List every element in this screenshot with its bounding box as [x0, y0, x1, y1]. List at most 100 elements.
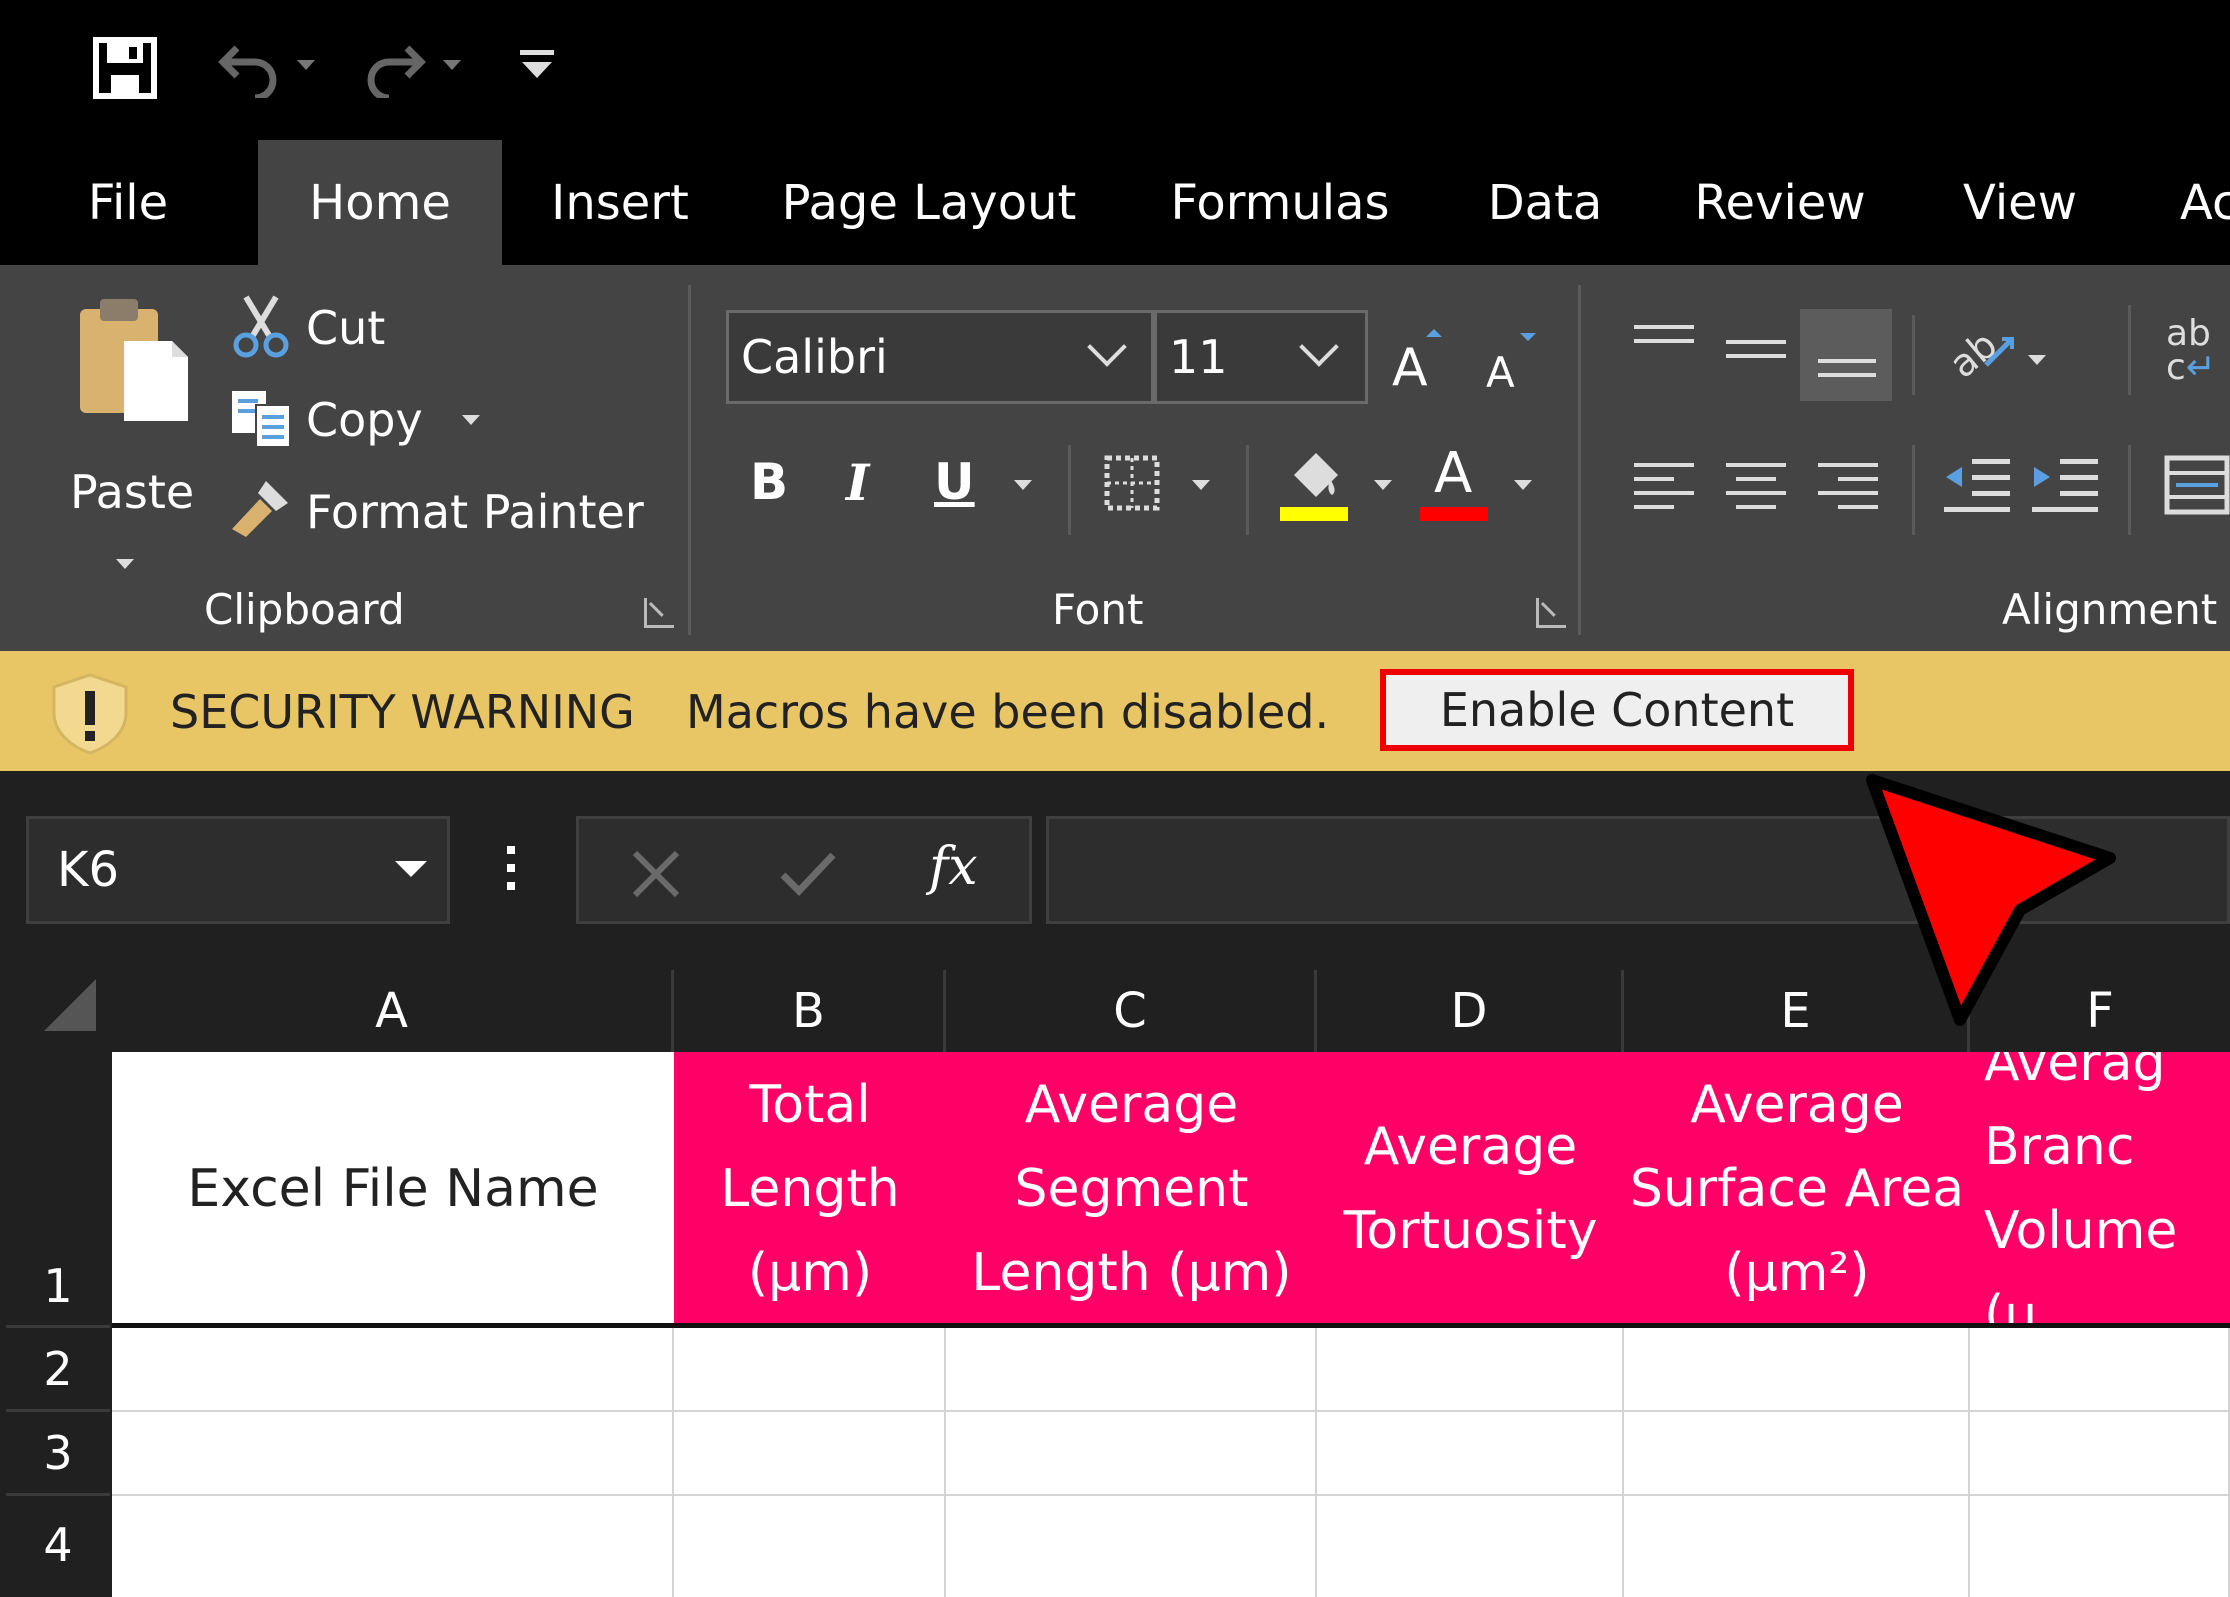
cell-f4[interactable]: [1970, 1496, 2230, 1597]
cell-c3[interactable]: [946, 1412, 1317, 1496]
cell-a2[interactable]: [112, 1328, 674, 1412]
cell-b1[interactable]: Total Length (µm): [674, 1052, 946, 1325]
align-right-icon[interactable]: [1818, 463, 1878, 519]
customize-toolbar-icon[interactable]: [516, 44, 558, 84]
name-box-dropdown-icon[interactable]: [395, 861, 427, 877]
align-left-icon[interactable]: [1634, 463, 1694, 519]
tab-data[interactable]: Data: [1480, 140, 1610, 265]
wrap-text-icon[interactable]: ab c↵: [2166, 313, 2216, 386]
column-header-a[interactable]: A: [112, 970, 674, 1052]
wrap-text-glyph: ab: [2166, 313, 2211, 354]
svg-text:A: A: [1392, 338, 1428, 391]
align-center-icon[interactable]: [1726, 463, 1786, 519]
cell-a3[interactable]: [112, 1412, 674, 1496]
select-all-corner[interactable]: [44, 979, 96, 1031]
paste-dropdown-icon[interactable]: [116, 559, 134, 569]
column-header-b[interactable]: B: [674, 970, 946, 1052]
row-header-1[interactable]: 1: [6, 1052, 110, 1328]
enable-content-button[interactable]: Enable Content: [1380, 669, 1854, 751]
borders-dropdown-icon[interactable]: [1192, 480, 1210, 490]
row-number: 4: [43, 1518, 73, 1572]
more-options-icon[interactable]: [507, 846, 515, 890]
merge-center-icon[interactable]: [2164, 455, 2230, 519]
cell-b3[interactable]: [674, 1412, 946, 1496]
increase-font-size-icon[interactable]: A: [1390, 325, 1450, 398]
cell-c2[interactable]: [946, 1328, 1317, 1412]
chevron-down-icon[interactable]: [1299, 327, 1339, 367]
decrease-font-size-icon[interactable]: A: [1484, 327, 1544, 397]
cell-f2[interactable]: [1970, 1328, 2230, 1412]
cell-c1[interactable]: Average Segment Length (µm): [946, 1052, 1317, 1325]
name-box[interactable]: K6: [26, 816, 450, 924]
tab-add-ins[interactable]: Ac: [2180, 140, 2230, 265]
bold-button[interactable]: B: [750, 453, 788, 511]
font-size-value: 11: [1169, 330, 1228, 384]
top-align-icon[interactable]: [1634, 325, 1694, 353]
chevron-down-icon[interactable]: [1087, 327, 1127, 367]
tab-file[interactable]: File: [60, 140, 196, 265]
paste-label: Paste: [70, 465, 195, 519]
copy-dropdown-icon[interactable]: [462, 415, 480, 425]
middle-align-icon[interactable]: [1726, 340, 1786, 368]
cell-d1[interactable]: Average Tortuosity: [1317, 1052, 1624, 1325]
cell-b2[interactable]: [674, 1328, 946, 1412]
underline-dropdown-icon[interactable]: [1014, 480, 1032, 490]
cell-e1[interactable]: Average Surface Area (µm²): [1624, 1052, 1970, 1325]
tab-home[interactable]: Home: [258, 140, 502, 265]
row-header-3[interactable]: 3: [6, 1412, 110, 1496]
cell-b4[interactable]: [674, 1496, 946, 1597]
borders-icon[interactable]: [1104, 455, 1160, 515]
cell-e2[interactable]: [1624, 1328, 1970, 1412]
underline-button[interactable]: U: [934, 453, 975, 511]
font-launcher-icon[interactable]: [1536, 598, 1566, 628]
column-header-d[interactable]: D: [1317, 970, 1624, 1052]
insert-function-icon[interactable]: fx: [929, 837, 978, 897]
orientation-icon[interactable]: ab: [1941, 315, 2014, 389]
redo-icon[interactable]: [360, 36, 430, 100]
increase-indent-icon[interactable]: [2030, 455, 2100, 519]
font-color-icon[interactable]: A: [1420, 441, 1490, 525]
row-header-4[interactable]: 4: [6, 1496, 110, 1597]
confirm-entry-icon[interactable]: [779, 849, 837, 903]
svg-text:A: A: [1486, 348, 1515, 391]
orientation-dropdown-icon[interactable]: [2028, 355, 2046, 365]
separator: [1068, 445, 1071, 535]
cell-d2[interactable]: [1317, 1328, 1624, 1412]
fill-color-dropdown-icon[interactable]: [1374, 480, 1392, 490]
tab-review[interactable]: Review: [1690, 140, 1870, 265]
font-color-dropdown-icon[interactable]: [1514, 480, 1532, 490]
undo-icon[interactable]: [214, 36, 284, 100]
cell-c4[interactable]: [946, 1496, 1317, 1597]
clipboard-launcher-icon[interactable]: [644, 598, 674, 628]
save-icon[interactable]: [92, 36, 158, 100]
italic-button[interactable]: I: [846, 453, 869, 512]
column-header-c[interactable]: C: [946, 970, 1317, 1052]
tab-insert[interactable]: Insert: [540, 140, 700, 265]
separator: [1912, 315, 1915, 395]
tab-formulas[interactable]: Formulas: [1160, 140, 1400, 265]
undo-dropdown-icon[interactable]: [297, 60, 315, 70]
row-header-2[interactable]: 2: [6, 1328, 110, 1412]
paste-button[interactable]: Paste: [62, 295, 202, 569]
format-painter-button[interactable]: Format Painter: [226, 471, 646, 551]
font-size-combo[interactable]: 11: [1154, 310, 1368, 404]
cell-a4[interactable]: [112, 1496, 674, 1597]
fill-color-icon[interactable]: [1280, 445, 1350, 529]
cut-button[interactable]: Cut: [226, 287, 406, 367]
cell-e3[interactable]: [1624, 1412, 1970, 1496]
cancel-entry-icon[interactable]: [631, 849, 681, 903]
copy-button[interactable]: Copy: [226, 379, 506, 459]
bottom-align-button[interactable]: [1800, 309, 1892, 401]
ribbon-home: Paste Cut Copy Format Painter Clipboard …: [0, 265, 2230, 651]
cell-f1[interactable]: Averag Branc Volume (µ: [1970, 1052, 2230, 1325]
cell-e4[interactable]: [1624, 1496, 1970, 1597]
cell-d3[interactable]: [1317, 1412, 1624, 1496]
cell-d4[interactable]: [1317, 1496, 1624, 1597]
redo-dropdown-icon[interactable]: [443, 60, 461, 70]
cell-a1[interactable]: Excel File Name: [112, 1052, 674, 1325]
decrease-indent-icon[interactable]: [1942, 455, 2012, 519]
tab-page-layout[interactable]: Page Layout: [770, 140, 1088, 265]
cell-f3[interactable]: [1970, 1412, 2230, 1496]
font-name-combo[interactable]: Calibri: [726, 310, 1154, 404]
tab-view[interactable]: View: [1950, 140, 2090, 265]
